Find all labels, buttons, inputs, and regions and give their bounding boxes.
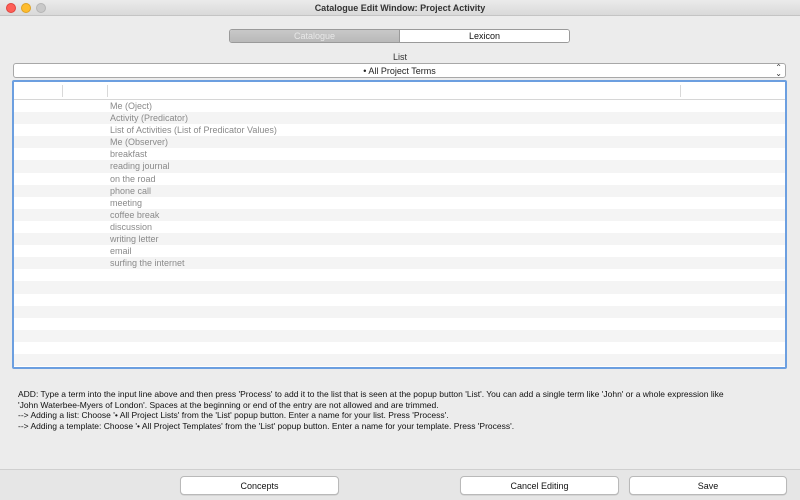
segment-lexicon[interactable]: Lexicon bbox=[400, 30, 569, 42]
list-label: List bbox=[392, 52, 407, 62]
segment-catalogue[interactable]: Catalogue bbox=[230, 30, 400, 42]
help-line: 'John Waterbee-Myers of London'. Spaces … bbox=[18, 399, 439, 410]
table-row[interactable]: phone call bbox=[14, 184, 785, 197]
table-row[interactable] bbox=[14, 281, 785, 294]
table-row[interactable]: email bbox=[14, 245, 785, 257]
zoom-window-icon[interactable] bbox=[36, 3, 46, 13]
window-title: Catalogue Edit Window: Project Activity bbox=[314, 2, 486, 13]
table-row[interactable]: on the road bbox=[14, 173, 785, 185]
table-row[interactable]: discussion bbox=[14, 221, 785, 233]
table-row[interactable]: meeting bbox=[14, 197, 785, 209]
table-row[interactable] bbox=[14, 318, 785, 330]
table-row[interactable]: breakfast bbox=[14, 148, 785, 160]
title-bar: Catalogue Edit Window: Project Activity bbox=[0, 0, 800, 16]
table-row[interactable]: reading journal bbox=[14, 160, 785, 173]
window-controls bbox=[6, 3, 46, 13]
table-row[interactable] bbox=[14, 353, 785, 367]
minimize-window-icon[interactable] bbox=[21, 3, 31, 13]
save-button[interactable]: Save bbox=[629, 476, 787, 495]
help-line: ADD: Type a term into the input line abo… bbox=[18, 389, 724, 399]
table-row[interactable] bbox=[14, 342, 785, 354]
table-row[interactable]: List of Activities (List of Predicator V… bbox=[14, 124, 785, 136]
table-header bbox=[14, 82, 785, 100]
table-row[interactable]: Me (Oject) bbox=[14, 100, 785, 112]
table-row[interactable] bbox=[14, 269, 785, 281]
table-row[interactable]: writing letter bbox=[14, 233, 785, 246]
list-popup-value: • All Project Terms bbox=[363, 65, 436, 76]
table-body: Me (Oject) Activity (Predicator) List of A… bbox=[14, 100, 785, 367]
help-line: --> Adding a template: Choose '• All Pro… bbox=[18, 420, 515, 431]
column-divider[interactable] bbox=[680, 85, 681, 97]
table-row[interactable] bbox=[14, 305, 785, 318]
table-row[interactable] bbox=[14, 329, 785, 342]
table-row[interactable]: Me (Observer) bbox=[14, 136, 785, 149]
up-down-chevron-icon: ⌃ ⌄ bbox=[775, 63, 782, 78]
help-text: ADD: Type a term into the input line abo… bbox=[18, 389, 788, 431]
concepts-button[interactable]: Concepts bbox=[180, 476, 339, 495]
help-line: --> Adding a list: Choose '• All Project… bbox=[18, 410, 449, 420]
table-row[interactable] bbox=[14, 294, 785, 306]
bottom-toolbar: Concepts Cancel Editing Save bbox=[0, 469, 800, 500]
cancel-editing-button[interactable]: Cancel Editing bbox=[460, 476, 619, 495]
table-row[interactable]: surfing the internet bbox=[14, 257, 785, 270]
view-segmented-control[interactable]: Catalogue Lexicon bbox=[229, 29, 570, 43]
terms-table[interactable]: Me (Oject) Activity (Predicator) List of A… bbox=[12, 80, 787, 369]
column-divider[interactable] bbox=[62, 85, 63, 97]
table-row[interactable]: Activity (Predicator) bbox=[14, 112, 785, 125]
table-row[interactable]: coffee break bbox=[14, 208, 785, 221]
list-popup-button[interactable]: • All Project Terms ⌃ ⌄ bbox=[13, 63, 786, 78]
close-window-icon[interactable] bbox=[6, 3, 16, 13]
column-divider[interactable] bbox=[107, 85, 108, 97]
